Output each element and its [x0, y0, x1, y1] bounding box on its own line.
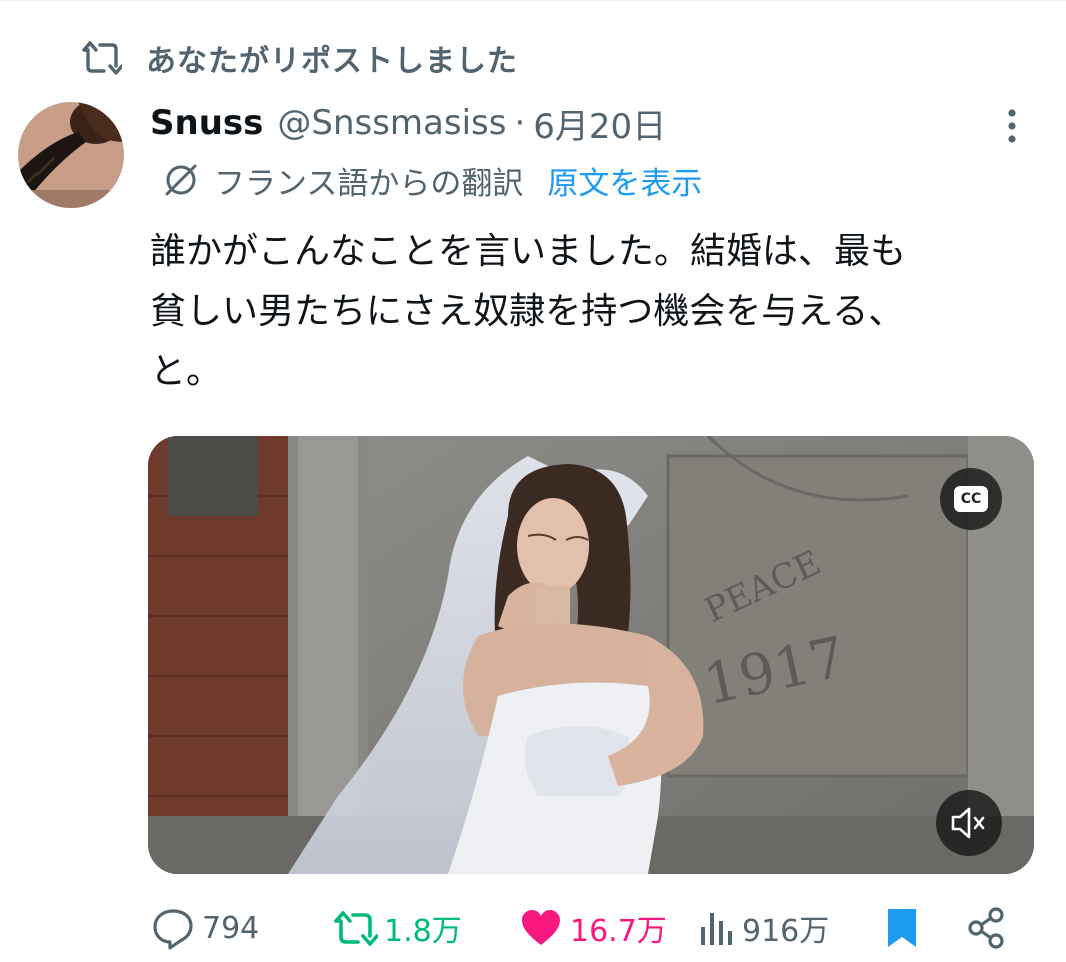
reply-count: 794 — [202, 910, 260, 946]
tweet-text-line: 貧しい男たちにさえ奴隷を持つ機会を与える、 — [150, 291, 905, 332]
retweet-banner[interactable]: あなたがリポストしました — [80, 30, 518, 86]
repost-button[interactable]: 1.8万 — [332, 900, 462, 956]
view-count: 916万 — [742, 914, 830, 949]
author-row: Snuss @Snssmasiss · 6月20日 — [150, 98, 666, 148]
more-options-icon[interactable] — [990, 104, 1034, 148]
tweet-text-line: と。 — [150, 351, 223, 392]
like-count: 16.7万 — [570, 914, 667, 949]
like-button[interactable]: 16.7万 — [518, 900, 667, 956]
show-original-link[interactable]: 原文を表示 — [547, 158, 702, 203]
separator-dot: · — [514, 103, 526, 143]
post-date[interactable]: 6月20日 — [533, 99, 666, 148]
action-bar: 794 1.8万 16.7万 916万 — [150, 900, 1030, 956]
share-icon — [968, 907, 1004, 949]
retweet-icon — [80, 36, 124, 80]
bookmark-icon — [888, 909, 916, 947]
mute-button[interactable] — [936, 790, 1002, 856]
captions-button[interactable]: CC — [940, 468, 1002, 530]
tweet-text: 誰かがこんなことを言いました。結婚は、最も 貧しい男たちにさえ奴隷を持つ機会を与… — [150, 222, 1030, 402]
reply-icon — [153, 909, 193, 950]
views-button[interactable]: 916万 — [698, 900, 829, 956]
translate-icon — [162, 161, 200, 199]
cc-icon: CC — [954, 486, 988, 512]
analytics-icon — [701, 913, 732, 945]
video-player[interactable]: PEACE 1917 — [148, 436, 1034, 874]
translation-row: フランス語からの翻訳 原文を表示 — [162, 156, 702, 204]
heart-icon — [522, 910, 560, 945]
author-handle[interactable]: @Snssmasiss — [277, 103, 506, 143]
top-divider — [0, 0, 1066, 1]
volume-muted-icon — [951, 807, 985, 839]
repost-count: 1.8万 — [384, 914, 462, 949]
retweet-banner-text: あなたがリポストしました — [146, 44, 518, 79]
author-name[interactable]: Snuss — [150, 103, 263, 143]
avatar[interactable] — [18, 102, 124, 208]
bookmark-button[interactable] — [882, 900, 922, 956]
tweet-text-line: 誰かがこんなことを言いました。結婚は、最も — [150, 231, 907, 272]
translation-label: フランス語からの翻訳 — [214, 165, 524, 202]
share-button[interactable] — [964, 900, 1008, 956]
repost-icon — [334, 911, 378, 946]
reply-button[interactable]: 794 — [150, 900, 259, 956]
